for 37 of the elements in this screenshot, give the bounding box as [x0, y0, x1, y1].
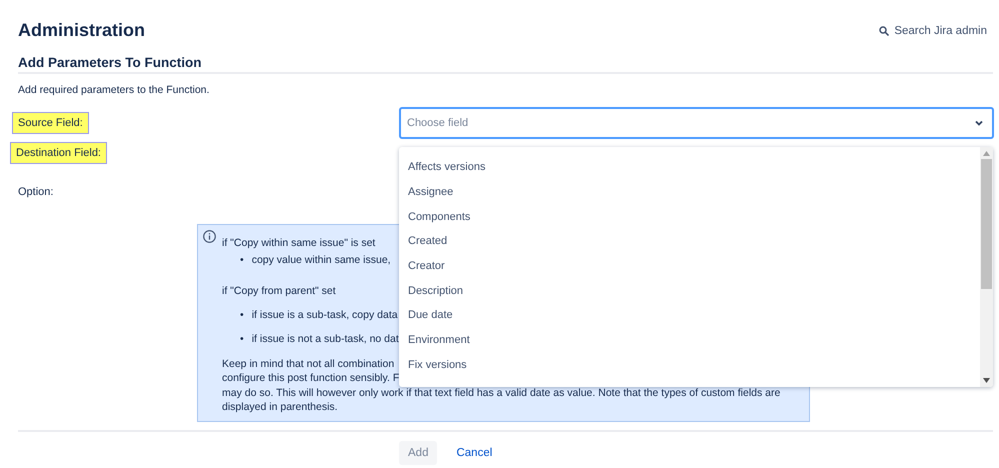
- field-label: Destination Field:: [10, 142, 107, 164]
- note-text: Keep in mind that not all combination: [222, 356, 394, 371]
- search-icon: [879, 26, 890, 36]
- scrollbar[interactable]: [980, 147, 993, 387]
- note-text: may do so. This will however only work if that text field has a valid date as value. Note that the types of custom fields are: [222, 386, 780, 400]
- bullet-mark: •: [240, 308, 244, 322]
- dropdown-option[interactable]: Environment: [399, 328, 980, 352]
- chevron-down-icon: [974, 118, 984, 128]
- dropdown-option[interactable]: Assignee: [399, 180, 980, 204]
- field-label: Source Field:: [12, 112, 89, 134]
- bullet-mark: •: [240, 332, 244, 346]
- bullet-item: if issue is not a sub-task, no dat: [252, 332, 399, 346]
- bullet-mark: •: [240, 252, 244, 267]
- info-icon: [203, 230, 216, 243]
- dropdown-option[interactable]: Due date: [399, 303, 980, 328]
- dropdown-option[interactable]: Creator: [399, 254, 980, 278]
- description-text: Add required parameters to the Function.: [18, 84, 210, 96]
- field-label: Option:: [17, 185, 54, 200]
- bullet-item: if issue is a sub-task, copy data: [252, 308, 398, 322]
- note-text: configure this post function sensibly. F: [222, 371, 400, 386]
- dropdown-option[interactable]: Components: [399, 204, 980, 230]
- scroll-up-icon[interactable]: [983, 151, 990, 156]
- dropdown-option[interactable]: Created: [399, 229, 980, 254]
- dropdown-option[interactable]: Affects versions: [399, 155, 980, 180]
- dropdown-option[interactable]: Description: [399, 278, 980, 304]
- dropdown-option[interactable]: Fix versions: [399, 352, 980, 378]
- scroll-down-icon[interactable]: [983, 378, 990, 383]
- page-title: Administration: [18, 20, 146, 41]
- note-text: displayed in parenthesis.: [222, 400, 338, 414]
- scrollbar-thumb[interactable]: [981, 159, 992, 289]
- info-text: if "Copy within same issue" is set: [222, 236, 376, 250]
- cancel-link[interactable]: Cancel: [447, 440, 502, 464]
- section-title: Add Parameters To Function: [18, 55, 993, 74]
- field-select[interactable]: Choose field: [399, 107, 994, 139]
- bullet-item: copy value within same issue,: [252, 252, 391, 267]
- info-text: if "Copy from parent" set: [222, 284, 336, 298]
- search-link[interactable]: Search Jira admin: [879, 24, 987, 36]
